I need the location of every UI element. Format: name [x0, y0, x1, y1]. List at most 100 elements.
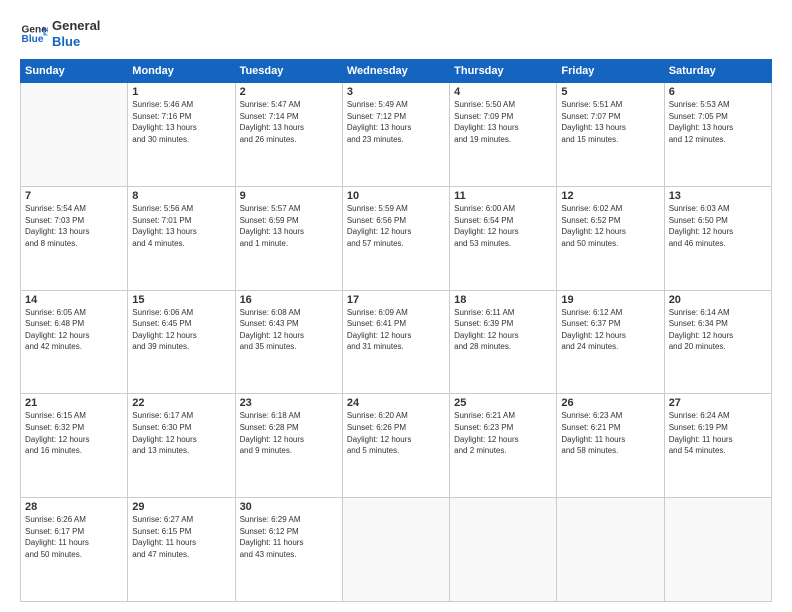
- calendar-cell: 17Sunrise: 6:09 AM Sunset: 6:41 PM Dayli…: [342, 290, 449, 394]
- calendar-cell: 1Sunrise: 5:46 AM Sunset: 7:16 PM Daylig…: [128, 83, 235, 187]
- col-header-monday: Monday: [128, 60, 235, 83]
- day-info: Sunrise: 6:24 AM Sunset: 6:19 PM Dayligh…: [669, 410, 767, 456]
- calendar-cell: 4Sunrise: 5:50 AM Sunset: 7:09 PM Daylig…: [450, 83, 557, 187]
- day-number: 2: [240, 86, 338, 98]
- calendar-cell: 8Sunrise: 5:56 AM Sunset: 7:01 PM Daylig…: [128, 186, 235, 290]
- logo-text-blue: Blue: [52, 34, 100, 50]
- day-info: Sunrise: 5:59 AM Sunset: 6:56 PM Dayligh…: [347, 203, 445, 249]
- day-number: 14: [25, 294, 123, 306]
- day-number: 20: [669, 294, 767, 306]
- calendar-cell: 19Sunrise: 6:12 AM Sunset: 6:37 PM Dayli…: [557, 290, 664, 394]
- day-info: Sunrise: 6:08 AM Sunset: 6:43 PM Dayligh…: [240, 307, 338, 353]
- calendar-cell: 18Sunrise: 6:11 AM Sunset: 6:39 PM Dayli…: [450, 290, 557, 394]
- calendar-week-4: 21Sunrise: 6:15 AM Sunset: 6:32 PM Dayli…: [21, 394, 772, 498]
- calendar-cell: 16Sunrise: 6:08 AM Sunset: 6:43 PM Dayli…: [235, 290, 342, 394]
- day-info: Sunrise: 6:14 AM Sunset: 6:34 PM Dayligh…: [669, 307, 767, 353]
- day-info: Sunrise: 5:47 AM Sunset: 7:14 PM Dayligh…: [240, 99, 338, 145]
- day-info: Sunrise: 5:56 AM Sunset: 7:01 PM Dayligh…: [132, 203, 230, 249]
- calendar-cell: 5Sunrise: 5:51 AM Sunset: 7:07 PM Daylig…: [557, 83, 664, 187]
- day-info: Sunrise: 6:21 AM Sunset: 6:23 PM Dayligh…: [454, 410, 552, 456]
- day-number: 21: [25, 397, 123, 409]
- calendar-week-5: 28Sunrise: 6:26 AM Sunset: 6:17 PM Dayli…: [21, 498, 772, 602]
- day-number: 7: [25, 190, 123, 202]
- day-info: Sunrise: 6:27 AM Sunset: 6:15 PM Dayligh…: [132, 514, 230, 560]
- col-header-friday: Friday: [557, 60, 664, 83]
- day-info: Sunrise: 5:57 AM Sunset: 6:59 PM Dayligh…: [240, 203, 338, 249]
- day-number: 12: [561, 190, 659, 202]
- calendar-cell: 12Sunrise: 6:02 AM Sunset: 6:52 PM Dayli…: [557, 186, 664, 290]
- day-number: 27: [669, 397, 767, 409]
- day-number: 4: [454, 86, 552, 98]
- calendar-cell: 22Sunrise: 6:17 AM Sunset: 6:30 PM Dayli…: [128, 394, 235, 498]
- day-number: 13: [669, 190, 767, 202]
- day-info: Sunrise: 5:50 AM Sunset: 7:09 PM Dayligh…: [454, 99, 552, 145]
- day-info: Sunrise: 6:11 AM Sunset: 6:39 PM Dayligh…: [454, 307, 552, 353]
- calendar-cell: 30Sunrise: 6:29 AM Sunset: 6:12 PM Dayli…: [235, 498, 342, 602]
- day-info: Sunrise: 6:23 AM Sunset: 6:21 PM Dayligh…: [561, 410, 659, 456]
- calendar-cell: 9Sunrise: 5:57 AM Sunset: 6:59 PM Daylig…: [235, 186, 342, 290]
- day-info: Sunrise: 5:53 AM Sunset: 7:05 PM Dayligh…: [669, 99, 767, 145]
- calendar-header-row: SundayMondayTuesdayWednesdayThursdayFrid…: [21, 60, 772, 83]
- day-info: Sunrise: 6:29 AM Sunset: 6:12 PM Dayligh…: [240, 514, 338, 560]
- calendar-cell: [450, 498, 557, 602]
- calendar-cell: [557, 498, 664, 602]
- day-info: Sunrise: 5:51 AM Sunset: 7:07 PM Dayligh…: [561, 99, 659, 145]
- calendar-cell: 25Sunrise: 6:21 AM Sunset: 6:23 PM Dayli…: [450, 394, 557, 498]
- day-number: 5: [561, 86, 659, 98]
- logo-text-general: General: [52, 18, 100, 34]
- calendar-cell: 10Sunrise: 5:59 AM Sunset: 6:56 PM Dayli…: [342, 186, 449, 290]
- day-number: 17: [347, 294, 445, 306]
- page-header: General Blue General Blue: [20, 18, 772, 49]
- calendar-cell: 29Sunrise: 6:27 AM Sunset: 6:15 PM Dayli…: [128, 498, 235, 602]
- day-info: Sunrise: 6:26 AM Sunset: 6:17 PM Dayligh…: [25, 514, 123, 560]
- day-number: 6: [669, 86, 767, 98]
- col-header-sunday: Sunday: [21, 60, 128, 83]
- day-number: 10: [347, 190, 445, 202]
- day-number: 24: [347, 397, 445, 409]
- calendar-cell: 3Sunrise: 5:49 AM Sunset: 7:12 PM Daylig…: [342, 83, 449, 187]
- day-info: Sunrise: 6:00 AM Sunset: 6:54 PM Dayligh…: [454, 203, 552, 249]
- day-info: Sunrise: 6:18 AM Sunset: 6:28 PM Dayligh…: [240, 410, 338, 456]
- day-number: 3: [347, 86, 445, 98]
- day-number: 18: [454, 294, 552, 306]
- day-number: 8: [132, 190, 230, 202]
- day-number: 26: [561, 397, 659, 409]
- calendar-cell: 23Sunrise: 6:18 AM Sunset: 6:28 PM Dayli…: [235, 394, 342, 498]
- col-header-thursday: Thursday: [450, 60, 557, 83]
- col-header-tuesday: Tuesday: [235, 60, 342, 83]
- calendar-cell: 7Sunrise: 5:54 AM Sunset: 7:03 PM Daylig…: [21, 186, 128, 290]
- calendar-cell: [342, 498, 449, 602]
- calendar-table: SundayMondayTuesdayWednesdayThursdayFrid…: [20, 59, 772, 602]
- day-info: Sunrise: 6:02 AM Sunset: 6:52 PM Dayligh…: [561, 203, 659, 249]
- svg-text:Blue: Blue: [22, 33, 44, 44]
- calendar-cell: 15Sunrise: 6:06 AM Sunset: 6:45 PM Dayli…: [128, 290, 235, 394]
- calendar-cell: 2Sunrise: 5:47 AM Sunset: 7:14 PM Daylig…: [235, 83, 342, 187]
- day-info: Sunrise: 5:46 AM Sunset: 7:16 PM Dayligh…: [132, 99, 230, 145]
- day-info: Sunrise: 6:20 AM Sunset: 6:26 PM Dayligh…: [347, 410, 445, 456]
- day-number: 30: [240, 501, 338, 513]
- logo-icon: General Blue: [20, 20, 48, 48]
- day-info: Sunrise: 5:54 AM Sunset: 7:03 PM Dayligh…: [25, 203, 123, 249]
- calendar-cell: [21, 83, 128, 187]
- calendar-cell: 27Sunrise: 6:24 AM Sunset: 6:19 PM Dayli…: [664, 394, 771, 498]
- day-info: Sunrise: 6:06 AM Sunset: 6:45 PM Dayligh…: [132, 307, 230, 353]
- calendar-cell: [664, 498, 771, 602]
- calendar-cell: 21Sunrise: 6:15 AM Sunset: 6:32 PM Dayli…: [21, 394, 128, 498]
- logo: General Blue General Blue: [20, 18, 100, 49]
- day-info: Sunrise: 6:17 AM Sunset: 6:30 PM Dayligh…: [132, 410, 230, 456]
- calendar-cell: 11Sunrise: 6:00 AM Sunset: 6:54 PM Dayli…: [450, 186, 557, 290]
- day-number: 25: [454, 397, 552, 409]
- calendar-cell: 26Sunrise: 6:23 AM Sunset: 6:21 PM Dayli…: [557, 394, 664, 498]
- calendar-week-2: 7Sunrise: 5:54 AM Sunset: 7:03 PM Daylig…: [21, 186, 772, 290]
- day-number: 16: [240, 294, 338, 306]
- day-info: Sunrise: 6:05 AM Sunset: 6:48 PM Dayligh…: [25, 307, 123, 353]
- day-number: 19: [561, 294, 659, 306]
- calendar-week-3: 14Sunrise: 6:05 AM Sunset: 6:48 PM Dayli…: [21, 290, 772, 394]
- calendar-cell: 14Sunrise: 6:05 AM Sunset: 6:48 PM Dayli…: [21, 290, 128, 394]
- day-number: 22: [132, 397, 230, 409]
- calendar-cell: 6Sunrise: 5:53 AM Sunset: 7:05 PM Daylig…: [664, 83, 771, 187]
- day-number: 1: [132, 86, 230, 98]
- day-number: 28: [25, 501, 123, 513]
- calendar-cell: 13Sunrise: 6:03 AM Sunset: 6:50 PM Dayli…: [664, 186, 771, 290]
- day-info: Sunrise: 6:09 AM Sunset: 6:41 PM Dayligh…: [347, 307, 445, 353]
